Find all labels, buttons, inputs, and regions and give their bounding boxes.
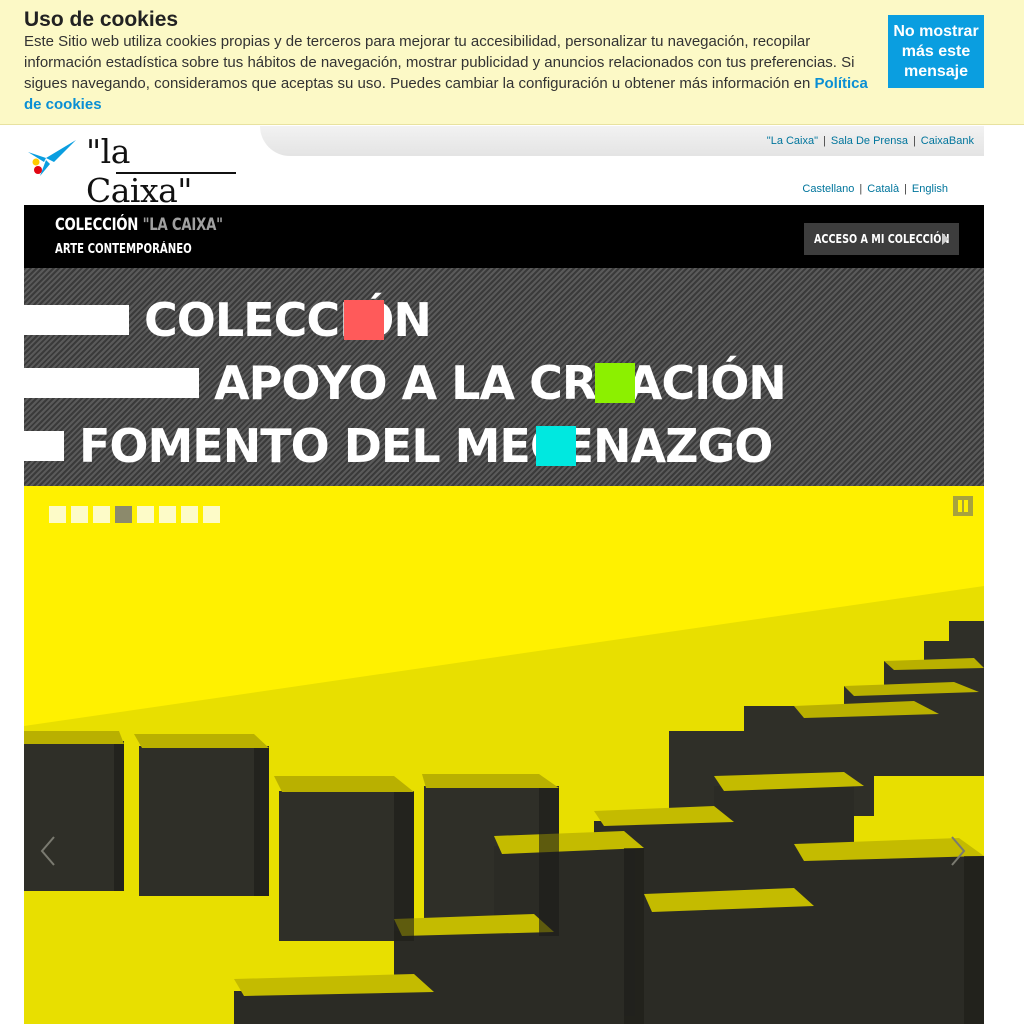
- separator: |: [904, 183, 907, 195]
- link-la-caixa[interactable]: "La Caixa": [767, 135, 818, 147]
- main-menu: COLECCIÓN APOYO A LA CREACIÓN FOMENTO DE…: [24, 268, 984, 486]
- lang-english[interactable]: English: [912, 183, 948, 195]
- collection-title-main: COLECCIÓN: [55, 215, 139, 235]
- separator: |: [859, 183, 863, 195]
- chevron-right-icon[interactable]: [946, 831, 970, 871]
- link-caixabank[interactable]: CaixaBank: [921, 135, 974, 147]
- lang-castellano[interactable]: Castellano: [802, 183, 854, 195]
- separator: |: [823, 135, 826, 147]
- link-sala-de-prensa[interactable]: Sala De Prensa: [831, 135, 908, 147]
- top-links: "La Caixa" | Sala De Prensa | CaixaBank: [767, 135, 974, 147]
- menu-color-square: [536, 426, 576, 466]
- cookie-text: Este Sitio web utiliza cookies propias y…: [24, 31, 874, 115]
- access-button-label: ACCESO A MI COLECCIÓN: [814, 232, 950, 246]
- menu-label: APOYO A LA CREACIÓN: [214, 356, 787, 410]
- slide-dot[interactable]: [181, 506, 198, 523]
- slide-dot[interactable]: [203, 506, 220, 523]
- lang-catala[interactable]: Català: [867, 183, 899, 195]
- slide-indicators: [49, 506, 220, 523]
- menu-color-square: [595, 363, 635, 403]
- menu-item-coleccion[interactable]: COLECCIÓN: [24, 293, 432, 347]
- language-selector: Castellano | Català | English: [802, 183, 948, 195]
- hero-slider: [24, 486, 984, 1024]
- cookie-body: Este Sitio web utiliza cookies propias y…: [24, 33, 855, 92]
- separator: |: [912, 135, 916, 147]
- collection-title: COLECCIÓN "LA CAIXA": [55, 215, 223, 235]
- logo-underline: [116, 172, 236, 174]
- slide-dot[interactable]: [93, 506, 110, 523]
- slide-dot[interactable]: [71, 506, 88, 523]
- menu-bar: [24, 431, 64, 461]
- chevron-left-icon[interactable]: [36, 831, 60, 871]
- star-logo-icon: [28, 140, 76, 176]
- menu-bar: [24, 305, 129, 335]
- play-arrow-icon: [942, 233, 949, 245]
- menu-bar: [24, 368, 199, 398]
- site-header: "la Caixa" "La Caixa" | Sala De Prensa |…: [0, 126, 1024, 210]
- artwork-image: [24, 586, 984, 1024]
- menu-color-square: [344, 300, 384, 340]
- slide-dot-active[interactable]: [115, 506, 132, 523]
- logo-wordmark: "la Caixa": [86, 132, 192, 210]
- menu-item-apoyo[interactable]: APOYO A LA CREACIÓN: [24, 356, 787, 410]
- access-my-collection-button[interactable]: ACCESO A MI COLECCIÓN: [804, 223, 959, 255]
- menu-item-fomento[interactable]: FOMENTO DEL MECENAZGO: [24, 419, 773, 473]
- cookie-banner: Uso de cookies Este Sitio web utiliza co…: [0, 0, 1024, 125]
- collection-bar: COLECCIÓN "LA CAIXA" ARTE CONTEMPORÁNEO …: [24, 205, 984, 268]
- slide-dot[interactable]: [137, 506, 154, 523]
- collection-subtitle: ARTE CONTEMPORÁNEO: [55, 242, 192, 257]
- la-caixa-logo[interactable]: "la Caixa": [24, 130, 244, 210]
- dismiss-cookie-button[interactable]: No mostrar más este mensaje: [888, 15, 984, 88]
- cookie-title: Uso de cookies: [24, 8, 179, 31]
- slide-dot[interactable]: [49, 506, 66, 523]
- pause-icon[interactable]: [953, 496, 973, 516]
- slide-dot[interactable]: [159, 506, 176, 523]
- collection-title-brand: "LA CAIXA": [142, 215, 223, 235]
- menu-label: FOMENTO DEL MECENAZGO: [79, 419, 773, 473]
- menu-label: COLECCIÓN: [144, 293, 432, 347]
